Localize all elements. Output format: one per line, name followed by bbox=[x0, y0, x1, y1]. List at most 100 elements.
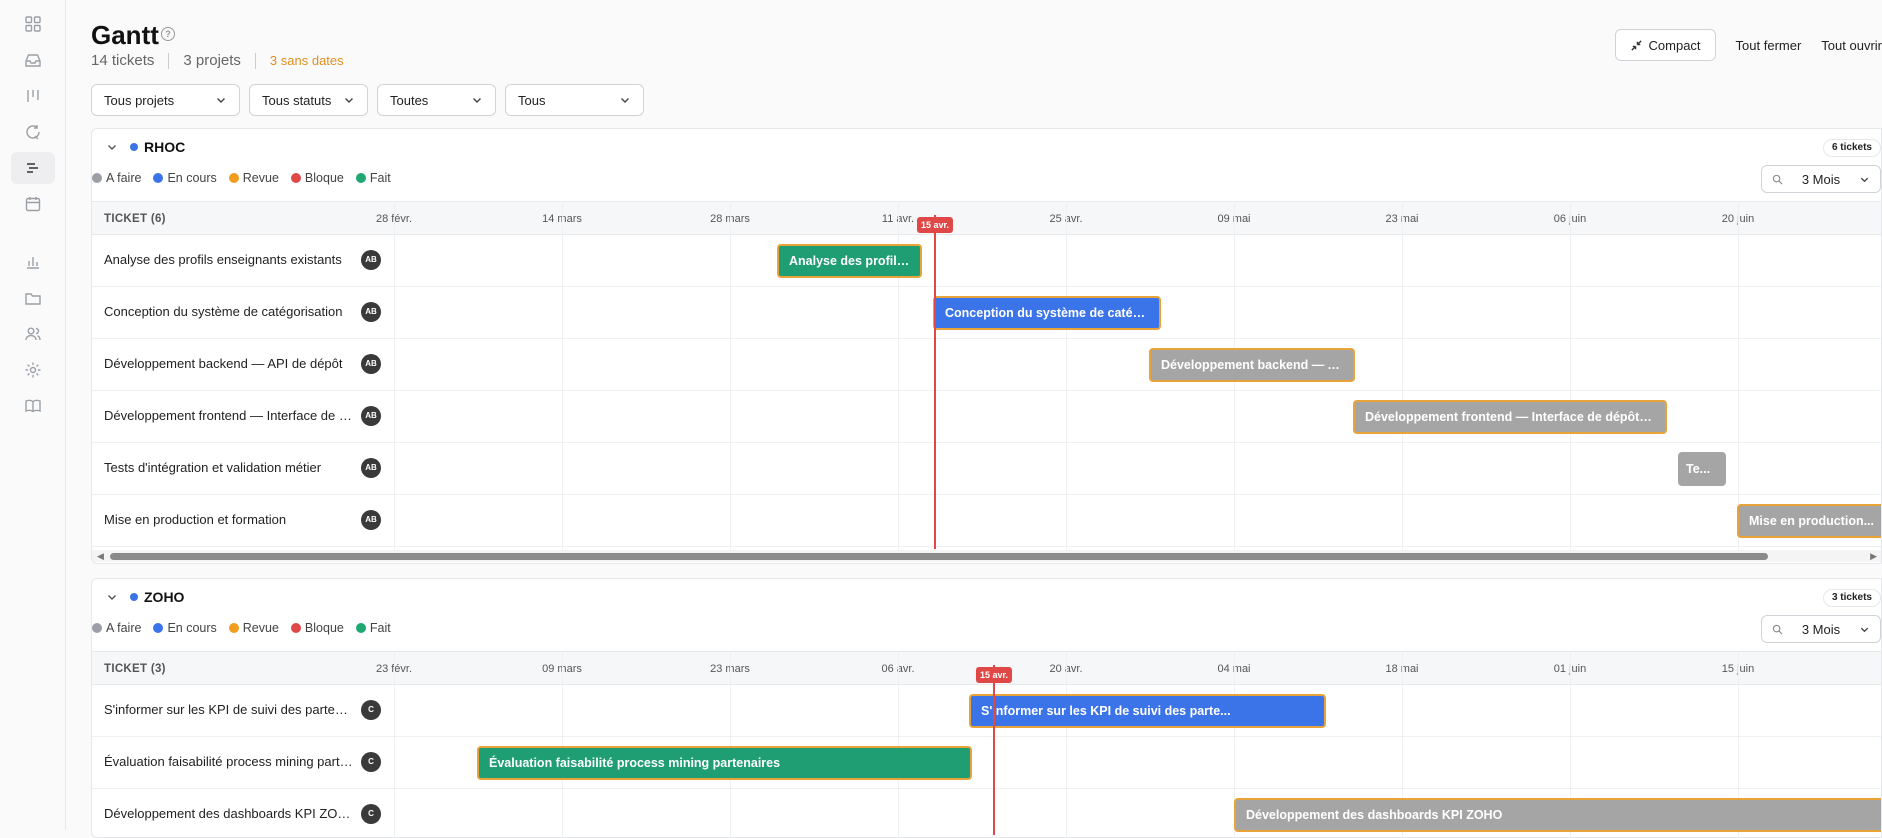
calendar-icon bbox=[25, 197, 41, 212]
chevron-down-icon[interactable] bbox=[106, 591, 118, 603]
legend-review: Revue bbox=[228, 171, 279, 185]
ticket-row[interactable]: Conception du système de catégorisation … bbox=[92, 287, 1881, 339]
collapse-all-button[interactable]: Tout fermer bbox=[1736, 38, 1802, 53]
nav-gantt[interactable] bbox=[11, 152, 55, 184]
nav-files[interactable] bbox=[11, 282, 55, 314]
status-filter[interactable]: Tous statuts bbox=[249, 84, 368, 116]
scroll-left-icon[interactable]: ◀ bbox=[97, 551, 104, 562]
nav-docs[interactable] bbox=[11, 390, 55, 422]
section-header[interactable]: ZOHO 3 tickets bbox=[92, 579, 1881, 615]
gantt-bar[interactable]: Développement backend — API de dépôt bbox=[1149, 348, 1355, 382]
legend-review: Revue bbox=[228, 621, 279, 635]
ticket-title[interactable]: Tests d'intégration et validation métier bbox=[104, 460, 354, 475]
legend-done: Fait bbox=[355, 171, 391, 185]
nav-calendar[interactable] bbox=[11, 188, 55, 220]
gantt-bar[interactable]: Te... bbox=[1678, 452, 1726, 486]
project-count: 3 projets bbox=[183, 52, 241, 69]
gantt-bar[interactable]: Évaluation faisabilité process mining pa… bbox=[477, 746, 972, 780]
ticket-title[interactable]: S'informer sur les KPI de suivi des part… bbox=[104, 702, 354, 717]
section-ticket-count: 6 tickets bbox=[1822, 139, 1881, 157]
legend-todo: A faire bbox=[92, 171, 141, 185]
nav-inbox[interactable] bbox=[11, 44, 55, 76]
project-color-dot bbox=[130, 143, 138, 151]
scroll-right-icon[interactable]: ▶ bbox=[1870, 551, 1877, 562]
scrollbar-thumb[interactable] bbox=[110, 553, 1768, 560]
legend-blocked: Bloque bbox=[290, 171, 344, 185]
gantt-bar[interactable]: Mise en production... bbox=[1737, 504, 1881, 538]
columns-icon bbox=[27, 90, 39, 102]
sidebar bbox=[0, 0, 66, 830]
gantt-bar[interactable]: S'informer sur les KPI de suivi des part… bbox=[969, 694, 1326, 728]
chevron-down-icon bbox=[345, 98, 353, 103]
gantt-bar[interactable]: Développement frontend — Interface de dé… bbox=[1353, 400, 1667, 434]
ticket-title[interactable]: Développement frontend — Interface de dé… bbox=[104, 408, 354, 423]
undated-count[interactable]: 3 sans dates bbox=[270, 53, 344, 68]
fourth-filter[interactable]: Tous bbox=[505, 84, 644, 116]
gantt-bar[interactable]: Développement des dashboards KPI ZOHO bbox=[1234, 798, 1881, 832]
nav-board[interactable] bbox=[11, 80, 55, 112]
project-filter[interactable]: Tous projets bbox=[91, 84, 240, 116]
zoom-value: 3 Mois bbox=[1801, 621, 1841, 637]
minimize-icon bbox=[1630, 39, 1642, 51]
ticket-row[interactable]: Évaluation faisabilité process mining pa… bbox=[92, 737, 1881, 789]
ticket-title[interactable]: Analyse des profils enseignants existant… bbox=[104, 252, 354, 267]
horizontal-scrollbar[interactable]: ◀ ▶ bbox=[92, 550, 1881, 562]
help-icon[interactable]: ? bbox=[161, 27, 175, 41]
ticket-title[interactable]: Développement des dashboards KPI ZOHO bbox=[104, 806, 354, 821]
zoom-select[interactable]: 3 Mois bbox=[1761, 165, 1881, 193]
expand-all-button[interactable]: Tout ouvrir bbox=[1821, 38, 1882, 53]
gantt-bar[interactable]: Analyse des profils enseignants existant… bbox=[777, 244, 922, 278]
ticket-row[interactable]: Mise en production et formation AB Mise … bbox=[92, 495, 1881, 547]
nav-grid[interactable] bbox=[11, 8, 55, 40]
project-filter-value: Tous projets bbox=[104, 92, 175, 108]
chevron-down-icon bbox=[1860, 177, 1869, 182]
ticket-row[interactable]: Développement des dashboards KPI ZOHO C … bbox=[92, 789, 1881, 837]
avatar: AB bbox=[361, 406, 381, 426]
avatar: C bbox=[361, 752, 381, 772]
legend-done: Fait bbox=[355, 621, 391, 635]
chart-icon bbox=[27, 257, 39, 269]
ticket-row[interactable]: S'informer sur les KPI de suivi des part… bbox=[92, 685, 1881, 737]
today-line bbox=[934, 215, 936, 549]
third-filter[interactable]: Toutes bbox=[377, 84, 496, 116]
page-title: Gantt bbox=[91, 20, 159, 50]
project-section-zoho: ZOHO 3 tickets A faire En cours Revue Bl… bbox=[91, 578, 1882, 838]
status-filter-value: Tous statuts bbox=[262, 92, 332, 108]
status-legend: A faire En cours Revue Bloque Fait bbox=[92, 171, 391, 185]
ticket-title[interactable]: Évaluation faisabilité process mining pa… bbox=[104, 754, 354, 769]
zoom-select[interactable]: 3 Mois bbox=[1761, 615, 1881, 643]
ticket-title[interactable]: Mise en production et formation bbox=[104, 512, 354, 527]
book-icon bbox=[25, 399, 41, 413]
section-title: RHOC bbox=[144, 139, 186, 155]
ticket-row[interactable]: Développement backend — API de dépôt AB … bbox=[92, 339, 1881, 391]
filters-bar: Tous projets Tous statuts Toutes Tous bbox=[91, 84, 644, 116]
ticket-title[interactable]: Développement backend — API de dépôt bbox=[104, 356, 354, 371]
avatar: AB bbox=[361, 354, 381, 374]
avatar: AB bbox=[361, 302, 381, 322]
ticket-title[interactable]: Conception du système de catégorisation bbox=[104, 304, 354, 319]
zoom-icon bbox=[1772, 624, 1783, 634]
chevron-down-icon bbox=[1860, 627, 1869, 632]
ticket-column-header: TICKET (6) bbox=[104, 213, 166, 225]
ticket-count: 14 tickets bbox=[91, 52, 155, 69]
chevron-down-icon[interactable] bbox=[106, 141, 118, 153]
nav-team[interactable] bbox=[11, 318, 55, 350]
compact-label: Compact bbox=[1648, 37, 1701, 53]
main-content: Gantt ? 14 tickets 3 projets 3 sans date… bbox=[91, 0, 1882, 838]
nav-settings[interactable] bbox=[11, 354, 55, 386]
section-header[interactable]: RHOC 6 tickets bbox=[92, 129, 1881, 165]
gantt-bar[interactable]: Conception du système de catégorisation bbox=[933, 296, 1161, 330]
nav-reports[interactable] bbox=[11, 246, 55, 278]
legend-todo: A faire bbox=[92, 621, 141, 635]
today-marker: 15 avr. bbox=[975, 667, 1013, 683]
ticket-row[interactable]: Développement frontend — Interface de dé… bbox=[92, 391, 1881, 443]
compact-button[interactable]: Compact bbox=[1614, 29, 1716, 61]
inbox-icon bbox=[25, 54, 41, 67]
refresh-icon bbox=[26, 125, 40, 140]
ticket-row[interactable]: Analyse des profils enseignants existant… bbox=[92, 235, 1881, 287]
nav-cycles[interactable] bbox=[11, 116, 55, 148]
avatar: AB bbox=[361, 250, 381, 270]
project-section-rhoc: RHOC 6 tickets A faire En cours Revue Bl… bbox=[91, 128, 1882, 564]
chevron-down-icon bbox=[473, 98, 481, 103]
ticket-row[interactable]: Tests d'intégration et validation métier… bbox=[92, 443, 1881, 495]
